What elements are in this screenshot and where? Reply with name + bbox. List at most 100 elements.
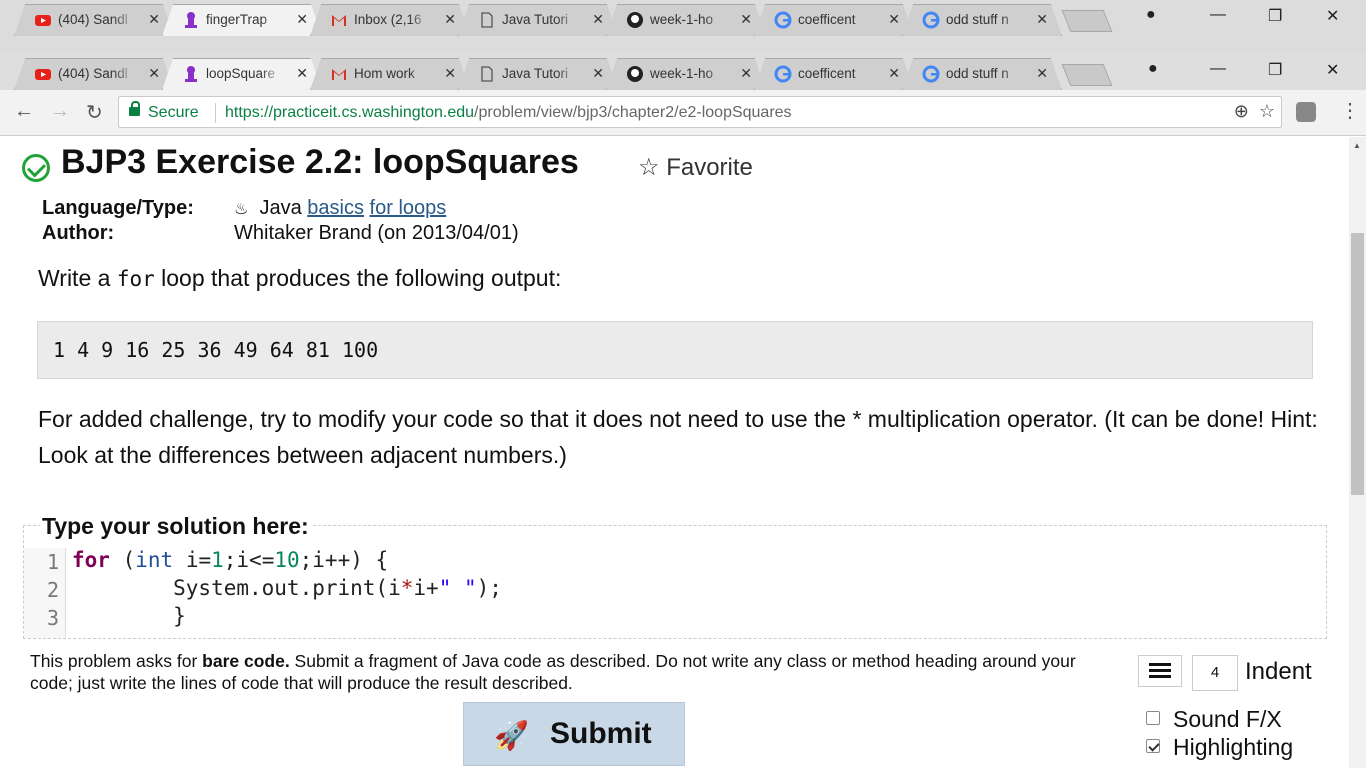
indent-button[interactable] [1138, 655, 1182, 687]
bg-tab-java-tutorial[interactable]: Java Tutori ✕ [458, 4, 618, 36]
language-label: Language/Type: [42, 197, 194, 219]
close-tab-icon[interactable]: ✕ [444, 65, 456, 82]
page-scrollbar[interactable]: ▲ [1349, 137, 1366, 768]
for-loops-link[interactable]: for loops [370, 197, 447, 219]
java-icon: ♨ [234, 201, 249, 218]
close-tab-icon[interactable]: ✕ [592, 65, 604, 82]
code-token: for [72, 548, 110, 572]
tab-title: Java Tutori [502, 12, 569, 27]
problem-meta: Language/Type: ♨ Java basics for loops Au… [42, 197, 519, 247]
reload-icon[interactable]: ↻ [86, 100, 103, 125]
indent-width-input[interactable]: 4 [1192, 655, 1238, 691]
bg-tab-fingertrap[interactable]: fingerTrap ✕ [162, 4, 322, 36]
bookmark-star-icon[interactable]: ☆ [1259, 101, 1275, 121]
close-tab-icon[interactable]: ✕ [1036, 65, 1048, 82]
bg-tab-gmail[interactable]: Inbox (2,16 ✕ [310, 4, 470, 36]
tab-title: odd stuff n [946, 12, 1009, 27]
code-token: 1 [211, 548, 224, 572]
close-window-icon[interactable]: ✕ [1326, 6, 1339, 26]
tab-title: odd stuff n [946, 66, 1009, 81]
close-tab-icon[interactable]: ✕ [592, 11, 604, 28]
close-tab-icon[interactable]: ✕ [888, 65, 900, 82]
tab-java-tutorial[interactable]: Java Tutori ✕ [458, 58, 618, 90]
code-token: 10 [274, 548, 300, 572]
close-tab-icon[interactable]: ✕ [444, 11, 456, 28]
code-token: ( [109, 548, 136, 572]
help-text: This problem asks for [30, 651, 203, 671]
code-token: ;i++) { [299, 548, 389, 572]
tab-github[interactable]: week-1-ho ✕ [606, 58, 766, 90]
favorite-button[interactable]: ☆ Favorite [638, 153, 753, 182]
extension-icon[interactable] [1296, 102, 1316, 122]
bare-code-help: This problem asks for bare code. Submit … [30, 650, 1110, 694]
minimize-icon[interactable]: — [1210, 60, 1226, 78]
profile-icon[interactable]: ● [1146, 6, 1156, 24]
tab-loopsquares[interactable]: loopSquare ✕ [162, 58, 322, 90]
close-tab-icon[interactable]: ✕ [148, 65, 160, 82]
bg-tab-youtube[interactable]: (404) Sandl ✕ [14, 4, 174, 36]
forward-arrow-icon[interactable]: → [50, 100, 70, 123]
code-editor[interactable]: 1 2 3 for (int i=1;i<=10;i++) { System.o… [24, 548, 1326, 638]
back-arrow-icon[interactable]: ← [14, 100, 34, 123]
code-line[interactable]: } [72, 604, 186, 628]
sound-fx-checkbox[interactable] [1146, 711, 1160, 725]
tab-google-coefficent[interactable]: coefficent ✕ [754, 58, 914, 90]
profile-icon[interactable]: ● [1148, 60, 1158, 78]
code-token: int [135, 548, 174, 572]
tab-google-odd-stuff[interactable]: odd stuff n ✕ [902, 58, 1062, 90]
address-bar[interactable]: Secure https://practiceit.cs.washington.… [118, 96, 1282, 128]
tab-title: (404) Sandl [58, 12, 128, 27]
code-line[interactable]: for (int i=1;i<=10;i++) { [72, 548, 388, 572]
minimize-icon[interactable]: — [1210, 6, 1226, 24]
restore-icon[interactable]: ❐ [1268, 60, 1282, 80]
lock-icon [129, 101, 140, 116]
close-tab-icon[interactable]: ✕ [1036, 11, 1048, 28]
code-line[interactable]: System.out.print(i*i+" "); [72, 576, 502, 600]
secure-indicator[interactable]: Secure [129, 101, 199, 122]
tab-title: coefficent [798, 66, 856, 81]
line-number: 3 [46, 606, 59, 630]
page-icon [481, 66, 493, 82]
bg-tab-google-coefficent[interactable]: coefficent ✕ [754, 4, 914, 36]
new-tab-button[interactable] [1061, 64, 1113, 86]
close-tab-icon[interactable]: ✕ [740, 65, 752, 82]
tab-youtube[interactable]: (404) Sandl ✕ [14, 58, 174, 90]
close-tab-icon[interactable]: ✕ [740, 11, 752, 28]
line-number: 2 [46, 578, 59, 602]
tab-title: Java Tutori [502, 66, 569, 81]
new-tab-button[interactable] [1061, 10, 1113, 32]
close-tab-icon[interactable]: ✕ [296, 65, 308, 82]
url-path: /problem/view/bjp3/chapter2/e2-loopSquar… [474, 104, 792, 121]
close-window-icon[interactable]: ✕ [1326, 60, 1339, 80]
prompt-text: Write a [38, 265, 117, 291]
tab-title: (404) Sandl [58, 66, 128, 81]
code-token: System.out.print(i [72, 576, 401, 600]
close-tab-icon[interactable]: ✕ [888, 11, 900, 28]
zoom-icon[interactable]: ⊕ [1234, 101, 1249, 121]
browser-menu-icon[interactable]: ⋮ [1340, 98, 1360, 123]
google-icon [922, 65, 940, 83]
bg-tab-google-odd-stuff[interactable]: odd stuff n ✕ [902, 4, 1062, 36]
rocket-icon: 🚀 [494, 720, 529, 751]
bg-tab-github[interactable]: week-1-ho ✕ [606, 4, 766, 36]
basics-link[interactable]: basics [307, 197, 364, 219]
close-tab-icon[interactable]: ✕ [296, 11, 308, 28]
practiceit-icon [185, 12, 197, 28]
star-icon: ☆ [638, 154, 660, 181]
tab-gmail[interactable]: Hom work ✕ [310, 58, 470, 90]
scrollbar-thumb[interactable] [1351, 233, 1364, 495]
author-value: Whitaker Brand (on 2013/04/01) [234, 222, 519, 244]
language-value: Java [259, 197, 302, 219]
tab-title: week-1-ho [650, 12, 714, 27]
google-icon [774, 65, 792, 83]
highlighting-checkbox[interactable] [1146, 739, 1160, 753]
submit-button[interactable]: 🚀 Submit [463, 702, 685, 766]
restore-icon[interactable]: ❐ [1268, 6, 1282, 26]
close-tab-icon[interactable]: ✕ [148, 11, 160, 28]
expected-output-box: 1 4 9 16 25 36 49 64 81 100 [37, 321, 1313, 379]
help-bold: bare code. [202, 651, 290, 671]
scroll-up-icon[interactable]: ▲ [1353, 141, 1361, 150]
url-text[interactable]: https://practiceit.cs.washington.edu/pro… [225, 104, 792, 122]
tab-title: loopSquare [206, 66, 276, 81]
page-content: BJP3 Exercise 2.2: loopSquares ☆ Favorit… [0, 137, 1349, 768]
